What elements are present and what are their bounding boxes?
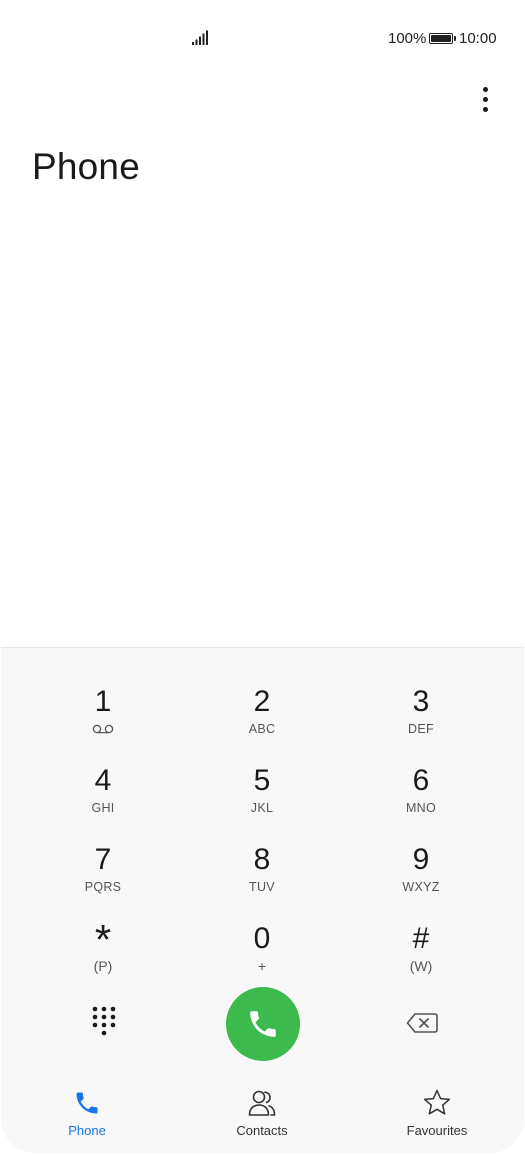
key-letters: MNO [405, 801, 437, 815]
key-digit: 6 [412, 764, 430, 797]
dialpad-toggle-icon[interactable] [89, 1005, 119, 1039]
key-letters: ABC [248, 722, 276, 736]
signal-icon [192, 30, 208, 45]
key-digit: 9 [412, 843, 430, 876]
dialpad-panel: 1 2 ABC 3 DEF 4 GHI 5 JKL 6 MNO 7 PQRS 8… [1, 647, 524, 1153]
dialpad-key-9[interactable]: 9 WXYZ [356, 843, 486, 909]
key-letters: JKL [250, 801, 274, 815]
key-letters: + [257, 958, 267, 974]
contacts-icon [248, 1090, 276, 1116]
phone-icon [250, 1011, 276, 1037]
dialpad-key-3[interactable]: 3 DEF [356, 685, 486, 751]
status-time: 10:00 [459, 30, 497, 47]
dialpad-key-hash[interactable]: # (W) [356, 922, 486, 988]
key-letters: (W) [409, 958, 433, 974]
phone-icon [76, 1092, 98, 1114]
key-digit: 3 [412, 685, 430, 718]
dialpad-key-6[interactable]: 6 MNO [356, 764, 486, 830]
status-bar: 100% 10:00 [0, 0, 525, 78]
dialpad-key-4[interactable]: 4 GHI [38, 764, 168, 830]
backspace-icon[interactable] [406, 1012, 438, 1034]
key-digit: 1 [94, 685, 112, 718]
star-icon [423, 1089, 451, 1115]
key-digit: * [94, 916, 112, 963]
dialpad-key-2[interactable]: 2 ABC [197, 685, 327, 751]
dialpad-key-1[interactable]: 1 [38, 685, 168, 751]
battery-percent: 100% [388, 30, 427, 47]
nav-label: Favourites [406, 1123, 468, 1138]
key-letters: PQRS [84, 880, 122, 894]
key-digit: # [412, 922, 430, 955]
more-options-button[interactable] [470, 82, 500, 116]
key-digit: 2 [253, 685, 271, 718]
key-digit: 8 [253, 843, 271, 876]
phone-app-screen: 100% 10:00 Phone 1 2 ABC 3 DEF 4 GHI 5 J… [0, 0, 525, 1156]
key-letters: DEF [408, 722, 434, 736]
dialpad-key-0[interactable]: 0 + [197, 922, 327, 988]
more-vertical-icon [482, 86, 488, 92]
voicemail-icon [92, 724, 114, 734]
key-digit: 4 [94, 764, 112, 797]
battery-icon [429, 33, 456, 44]
nav-item-favourites[interactable]: Favourites [372, 1088, 502, 1148]
nav-item-phone[interactable]: Phone [22, 1088, 152, 1148]
nav-label: Phone [68, 1123, 106, 1138]
key-letters: (P) [93, 958, 113, 974]
nav-item-contacts[interactable]: Contacts [197, 1088, 327, 1148]
dialpad-key-5[interactable]: 5 JKL [197, 764, 327, 830]
dialpad-key-7[interactable]: 7 PQRS [38, 843, 168, 909]
dialpad-key-8[interactable]: 8 TUV [197, 843, 327, 909]
key-digit: 7 [94, 843, 112, 876]
key-digit: 0 [253, 922, 271, 955]
call-button[interactable] [226, 987, 300, 1061]
dialpad-key-star[interactable]: * (P) [38, 916, 168, 988]
key-letters: WXYZ [402, 880, 440, 894]
key-letters: GHI [91, 801, 115, 815]
page-title: Phone [32, 146, 140, 187]
bottom-navigation: Phone Contacts Favourites [1, 1088, 524, 1154]
key-digit: 5 [253, 764, 271, 797]
nav-label: Contacts [236, 1123, 288, 1138]
key-letters: TUV [249, 880, 275, 894]
